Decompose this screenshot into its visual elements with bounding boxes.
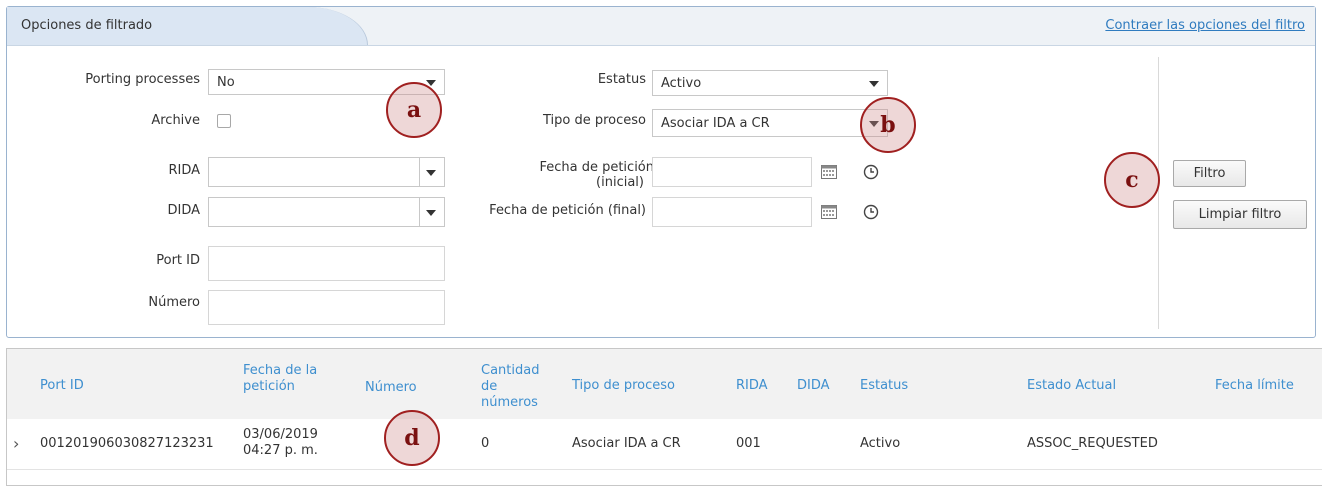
column-header-label: Cantidad [481,363,540,378]
fecha-final-label: Fecha de petición (final) [489,203,646,218]
annotation-marker-c: c [1104,152,1160,208]
calendar-icon[interactable] [821,165,837,179]
cell-fecha-time: 04:27 p. m. [243,443,318,458]
estatus-label: Estatus [597,72,646,87]
cell-rida: 001 [736,436,761,451]
column-header-label: Estado Actual [1027,378,1117,393]
column-header-label: Port ID [40,378,84,393]
annotation-marker-a: a [386,82,442,138]
column-header-estado-actual[interactable]: Estado Actual [1027,378,1116,394]
fecha-final-input[interactable] [652,197,812,227]
column-header-label: Estatus [860,378,909,393]
cell-cantidad: 0 [481,436,490,451]
porting-processes-label: Porting processes [85,72,200,87]
rida-label: RIDA [168,163,200,178]
column-header-label: Número [365,380,417,395]
results-grid: Port ID Fecha de la petición Número Cant… [6,348,1322,486]
filter-panel-header: Opciones de filtrado Contraer las opcion… [7,7,1315,46]
estatus-select[interactable]: Activo [652,70,888,96]
rida-separator [419,158,420,186]
annotation-marker-label: c [1125,167,1139,193]
cell-port-id: 001201906030827123231 [40,436,214,451]
column-header-label: Fecha de la [243,363,318,378]
column-header-label: DIDA [797,378,830,393]
vertical-divider [1158,57,1159,329]
column-header-estatus[interactable]: Estatus [860,378,908,394]
archive-label: Archive [151,113,200,128]
cell-fecha: 03/06/2019 04:27 p. m. [243,427,318,459]
column-header-label: Tipo de proceso [572,378,676,393]
column-header-fecha-limite[interactable]: Fecha límite [1215,378,1294,394]
annotation-marker-label: d [404,425,420,451]
porting-processes-value: No [217,75,235,90]
cell-estatus: Activo [860,436,901,451]
filter-button[interactable]: Filtro [1173,160,1246,187]
fecha-inicial-label-line2: (inicial) [596,175,644,190]
column-header-label: Fecha límite [1215,378,1294,393]
filter-panel-title: Opciones de filtrado [21,18,153,33]
column-header-port-id[interactable]: Port ID [40,378,84,394]
cell-tipo: Asociar IDA a CR [572,436,681,451]
clock-icon[interactable] [863,204,879,220]
annotation-marker-d: d [384,410,440,466]
fecha-inicial-input[interactable] [652,157,812,187]
column-header-label: RIDA [736,378,768,393]
column-header-fecha[interactable]: Fecha de la petición [243,363,317,395]
chevron-down-icon[interactable] [426,210,436,216]
cell-fecha-date: 03/06/2019 [243,427,318,442]
column-header-dida[interactable]: DIDA [797,378,830,394]
port-id-label: Port ID [156,253,200,268]
tipo-proceso-label: Tipo de proceso [542,113,646,128]
dida-label: DIDA [167,203,200,218]
numero-label: Número [148,295,200,310]
clear-filter-button[interactable]: Limpiar filtro [1173,200,1307,229]
column-header-tipo[interactable]: Tipo de proceso [572,378,675,394]
fecha-inicial-label-line1: Fecha de petición [539,160,654,175]
grid-header: Port ID Fecha de la petición Número Cant… [7,349,1322,420]
tipo-proceso-value: Asociar IDA a CR [661,116,770,131]
chevron-down-icon[interactable] [426,170,436,176]
chevron-down-icon [869,81,879,87]
annotation-marker-b: b [860,97,916,153]
calendar-icon[interactable] [821,205,837,219]
column-header-label: petición [243,379,295,394]
annotation-marker-label: a [406,97,422,123]
clock-icon[interactable] [863,164,879,180]
numero-input[interactable] [208,290,445,325]
rida-combobox[interactable] [208,157,445,187]
estatus-value: Activo [661,76,702,91]
dida-separator [419,198,420,226]
expand-row-icon[interactable]: › [13,434,19,453]
column-header-label: de [481,379,498,394]
column-header-label: números [481,395,538,410]
port-id-input[interactable] [208,246,445,281]
collapse-filter-link[interactable]: Contraer las opciones del filtro [1105,18,1305,33]
tipo-proceso-select[interactable]: Asociar IDA a CR [652,109,888,137]
column-header-rida[interactable]: RIDA [736,378,768,394]
column-header-cantidad[interactable]: Cantidad de números [481,363,539,411]
table-row[interactable]: › 001201906030827123231 03/06/2019 04:27… [7,419,1322,470]
dida-combobox[interactable] [208,197,445,227]
fecha-inicial-label: Fecha de petición (inicial) [480,160,654,190]
archive-checkbox[interactable] [217,114,231,128]
annotation-marker-label: b [880,112,896,138]
column-header-numero[interactable]: Número [365,380,417,396]
cell-estado-actual: ASSOC_REQUESTED [1027,436,1158,451]
